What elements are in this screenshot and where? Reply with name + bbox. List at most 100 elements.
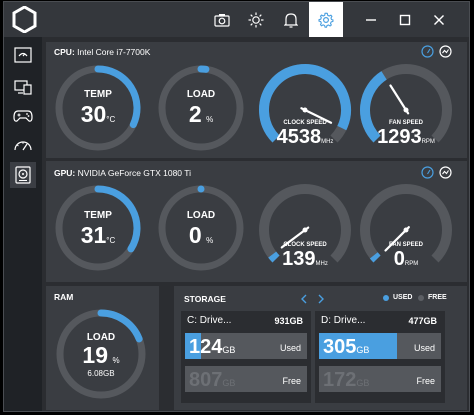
gpu-title: GPU: NVIDIA GeForce GTX 1080 Ti bbox=[54, 168, 191, 178]
cpu-clock-gauge: CLOCK SPEED 4538MHz bbox=[257, 62, 353, 154]
storage-drive-icon bbox=[15, 166, 31, 184]
gpu-load-unit: % bbox=[206, 236, 214, 245]
ram-load-readout: 19 % bbox=[54, 342, 148, 369]
cpu-temp-label: TEMP bbox=[84, 89, 112, 100]
drive-c-used-track: 124GB Used bbox=[185, 333, 307, 359]
gpu-name: NVIDIA GeForce GTX 1080 Ti bbox=[77, 168, 192, 178]
gpu-clock-unit: MHz bbox=[315, 261, 328, 267]
gpu-clock-gauge: CLOCK SPEED 139MHz bbox=[257, 182, 353, 278]
gpu-load-gauge: LOAD 0 % bbox=[156, 183, 246, 273]
camera-icon bbox=[214, 13, 230, 27]
storage-panel: STORAGE USED FREE C: Drive... 931GB 124G… bbox=[174, 286, 467, 410]
drive-d-free-caption: Free bbox=[416, 376, 435, 386]
gpu-fan-value: 0 bbox=[393, 248, 405, 270]
storage-next-icon[interactable] bbox=[317, 294, 325, 304]
gauge-needle-hub bbox=[302, 107, 308, 113]
drive-c-used-caption: Used bbox=[279, 343, 301, 353]
drive-d-name: D: Drive... bbox=[321, 315, 366, 326]
drive-d-free-value: 172 bbox=[323, 369, 357, 391]
legend-free-label: FREE bbox=[428, 294, 447, 301]
settings-button[interactable] bbox=[309, 2, 343, 37]
sidebar-item-overclock[interactable] bbox=[10, 132, 36, 158]
drive-c-free-caption: Free bbox=[282, 376, 301, 386]
cpu-gauge-toggle-icon[interactable] bbox=[421, 45, 434, 58]
cpu-graph-toggle-icon[interactable] bbox=[439, 45, 452, 58]
ram-load-value: 19 bbox=[82, 342, 108, 368]
cpu-clock-value: 4538 bbox=[276, 126, 322, 148]
title-bar bbox=[4, 2, 469, 37]
drive-d-used-value: 305 bbox=[323, 336, 357, 358]
storage-prev-icon[interactable] bbox=[300, 294, 308, 304]
drive-c-name: C: Drive... bbox=[187, 315, 232, 326]
sidebar-item-storage[interactable] bbox=[10, 162, 36, 188]
app-logo-icon bbox=[12, 6, 37, 33]
drive-d-free-readout: 172GB bbox=[323, 369, 369, 392]
ram-load-gauge: LOAD 19 % 6.08GB bbox=[54, 307, 148, 401]
gpu-fan-unit: RPM bbox=[404, 261, 419, 267]
drive-c-free-value: 807 bbox=[189, 369, 223, 391]
gauge-needle-hub bbox=[403, 107, 409, 113]
drive-c-total: 931GB bbox=[274, 316, 303, 326]
close-icon bbox=[434, 14, 444, 25]
drive-d-total: 477GB bbox=[408, 316, 437, 326]
gpu-fan-readout: 0RPM bbox=[358, 248, 454, 271]
gpu-temp-value: 31 bbox=[80, 222, 107, 248]
drive-card-d[interactable]: D: Drive... 477GB 305GB Used 172GB Free bbox=[315, 311, 445, 403]
drive-c-free-readout: 807GB bbox=[189, 369, 235, 392]
gauge-needle-hub bbox=[302, 227, 308, 233]
gauge-needle-hub bbox=[403, 227, 409, 233]
gpu-temp-readout: 31°C bbox=[53, 222, 143, 249]
ram-used-amount: 6.08GB bbox=[87, 369, 115, 378]
speedometer-icon bbox=[14, 141, 32, 151]
gpu-temp-label: TEMP bbox=[84, 210, 112, 221]
close-button[interactable] bbox=[422, 2, 456, 37]
gamepad-icon bbox=[13, 110, 33, 122]
sidebar bbox=[4, 37, 42, 411]
cpu-load-value: 2 bbox=[188, 101, 202, 127]
bell-icon bbox=[284, 12, 298, 28]
drive-c-free-bar: 807GB Free bbox=[185, 366, 307, 392]
cpu-load-unit: % bbox=[206, 115, 214, 124]
camera-button[interactable] bbox=[205, 2, 239, 37]
minimize-icon bbox=[366, 18, 376, 21]
drive-d-used-caption: Used bbox=[413, 343, 435, 353]
drive-card-c[interactable]: C: Drive... 931GB 124GB Used 807GB Free bbox=[181, 311, 311, 403]
monitor-icon bbox=[14, 80, 32, 95]
cpu-clock-readout: 4538MHz bbox=[257, 126, 353, 149]
sidebar-item-dashboard[interactable] bbox=[10, 42, 36, 68]
legend-used-label: USED bbox=[393, 294, 413, 301]
maximize-button[interactable] bbox=[388, 2, 422, 37]
drive-d-used-unit: GB bbox=[356, 345, 370, 355]
cpu-load-label: LOAD bbox=[186, 89, 216, 100]
cpu-temp-readout: 30°C bbox=[53, 101, 143, 128]
ram-load-unit: % bbox=[112, 356, 120, 365]
settings-icon bbox=[318, 12, 334, 28]
cpu-fan-gauge: FAN SPEED 1293RPM bbox=[358, 62, 454, 154]
drive-d-free-bar: 172GB Free bbox=[319, 366, 441, 392]
gpu-graph-toggle-icon[interactable] bbox=[439, 166, 452, 179]
drive-c-used-value: 124 bbox=[189, 336, 223, 358]
drive-d-free-unit: GB bbox=[356, 378, 370, 388]
ram-panel: RAM LOAD 19 % 6.08GB bbox=[46, 286, 159, 410]
notifications-button[interactable] bbox=[274, 2, 308, 37]
cpu-fan-readout: 1293RPM bbox=[358, 126, 454, 149]
drive-c-used-unit: GB bbox=[222, 345, 236, 355]
gpu-clock-readout: 139MHz bbox=[257, 248, 353, 271]
gauge-value-dot bbox=[197, 185, 205, 193]
cpu-panel: CPU: Intel Core i7-7700K TEMP 30°C LOAD … bbox=[46, 42, 467, 158]
cpu-temp-value: 30 bbox=[80, 101, 107, 127]
gpu-gauge-toggle-icon[interactable] bbox=[421, 166, 434, 179]
drive-c-free-unit: GB bbox=[222, 378, 236, 388]
brightness-button[interactable] bbox=[239, 2, 273, 37]
gpu-panel: GPU: NVIDIA GeForce GTX 1080 Ti TEMP 31°… bbox=[46, 161, 467, 282]
cpu-label: CPU: bbox=[54, 47, 75, 57]
gpu-label: GPU: bbox=[54, 168, 76, 178]
legend-used-dot bbox=[383, 295, 389, 301]
legend-free-dot bbox=[418, 295, 424, 301]
sidebar-item-monitor[interactable] bbox=[10, 74, 36, 100]
maximize-icon bbox=[399, 14, 411, 25]
sidebar-item-gaming[interactable] bbox=[10, 103, 36, 129]
cpu-name: Intel Core i7-7700K bbox=[77, 47, 151, 57]
minimize-button[interactable] bbox=[354, 2, 388, 37]
gpu-temp-unit: °C bbox=[106, 236, 116, 245]
